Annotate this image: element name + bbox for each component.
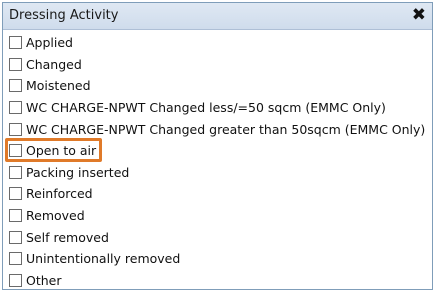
option-wc-charge-npwt-greater[interactable]: WC CHARGE-NPWT Changed greater than 50sq… xyxy=(9,118,432,140)
option-label: Unintentionally removed xyxy=(26,251,181,267)
option-self-removed[interactable]: Self removed xyxy=(9,226,432,248)
close-icon[interactable]: ✖ xyxy=(412,5,426,25)
checkbox[interactable] xyxy=(9,57,22,71)
checkbox[interactable] xyxy=(9,230,22,244)
panel-titlebar: Dressing Activity ✖ xyxy=(3,3,432,30)
option-packing-inserted[interactable]: Packing inserted xyxy=(9,162,432,184)
option-label: Reinforced xyxy=(26,186,93,202)
option-label: Packing inserted xyxy=(26,164,130,180)
option-open-to-air[interactable]: Open to air xyxy=(9,140,432,162)
checkbox[interactable] xyxy=(9,252,22,266)
option-label: Applied xyxy=(26,35,73,51)
panel-title: Dressing Activity xyxy=(9,8,119,23)
checkbox[interactable] xyxy=(9,209,22,223)
checkbox[interactable] xyxy=(9,273,22,287)
option-moistened[interactable]: Moistened xyxy=(9,75,432,97)
option-removed[interactable]: Removed xyxy=(9,205,432,227)
option-unintentionally-removed[interactable]: Unintentionally removed xyxy=(9,248,432,270)
option-applied[interactable]: Applied xyxy=(9,32,432,54)
checkbox[interactable] xyxy=(9,36,22,50)
checkbox[interactable] xyxy=(9,101,22,115)
checkbox[interactable] xyxy=(9,165,22,179)
checkbox[interactable] xyxy=(9,144,22,158)
option-label: Open to air xyxy=(26,143,97,159)
option-wc-charge-npwt-less[interactable]: WC CHARGE-NPWT Changed less/=50 sqcm (EM… xyxy=(9,97,432,119)
option-label: Other xyxy=(26,272,62,288)
option-reinforced[interactable]: Reinforced xyxy=(9,183,432,205)
option-label: Moistened xyxy=(26,78,91,94)
option-label: Self removed xyxy=(26,229,109,245)
dressing-activity-panel: Dressing Activity ✖ Applied Changed Mois… xyxy=(2,2,433,290)
options-list: Applied Changed Moistened WC CHARGE-NPWT… xyxy=(9,32,432,291)
option-label: WC CHARGE-NPWT Changed less/=50 sqcm (EM… xyxy=(26,100,386,116)
option-other[interactable]: Other xyxy=(9,270,432,292)
option-label: WC CHARGE-NPWT Changed greater than 50sq… xyxy=(26,121,426,137)
checkbox[interactable] xyxy=(9,79,22,93)
option-label: Changed xyxy=(26,56,82,72)
option-changed[interactable]: Changed xyxy=(9,54,432,76)
checkbox[interactable] xyxy=(9,122,22,136)
checkbox[interactable] xyxy=(9,187,22,201)
option-label: Removed xyxy=(26,208,85,224)
